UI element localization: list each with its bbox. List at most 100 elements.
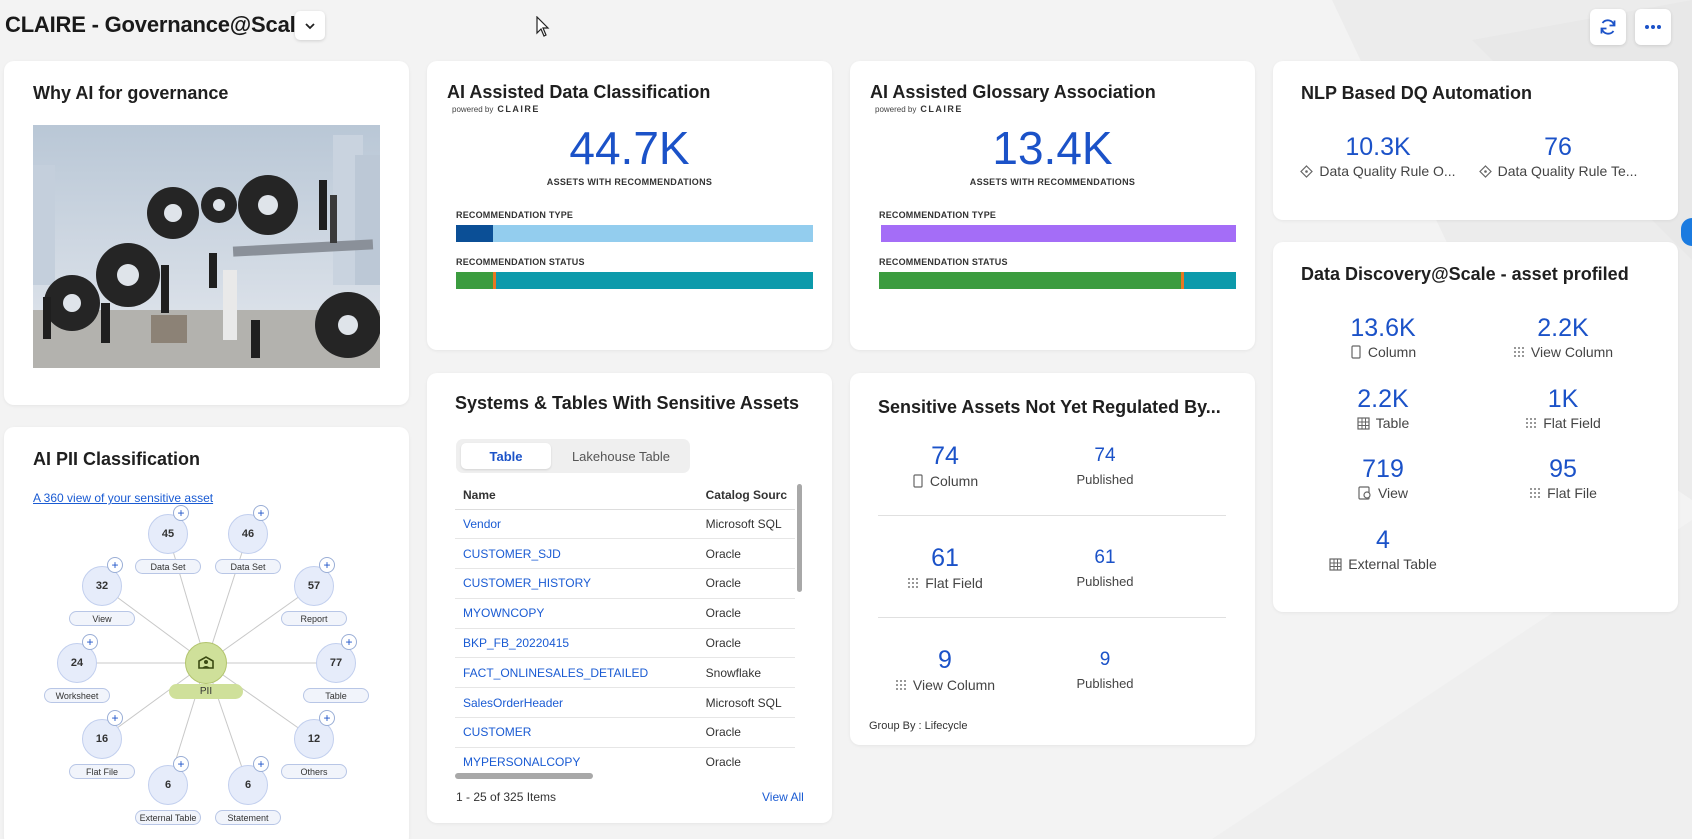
- title-dropdown-button[interactable]: [295, 11, 325, 40]
- table-row[interactable]: CUSTOMER_SJD Oracle: [455, 538, 795, 570]
- table-vertical-scrollbar[interactable]: [797, 484, 802, 592]
- discovery-stat-column[interactable]: 13.6K Column: [1298, 314, 1468, 360]
- pii-node-label: Statement: [215, 810, 281, 825]
- refresh-button[interactable]: [1590, 9, 1626, 45]
- expand-node-button[interactable]: +: [253, 505, 269, 521]
- recommendation-status-bar[interactable]: [879, 272, 1236, 289]
- ellipsis-icon: [1645, 25, 1661, 29]
- catalog-source-cell: Microsoft SQL: [697, 687, 795, 719]
- unregulated-view-column-count[interactable]: 9: [900, 646, 990, 675]
- assets-count: 13.4K: [992, 122, 1113, 174]
- table-row[interactable]: Vendor Microsoft SQL: [455, 509, 795, 540]
- shield-person-icon: [198, 656, 214, 669]
- stat-value: 1K: [1547, 385, 1579, 413]
- bar-segment[interactable]: [496, 272, 813, 289]
- table-row[interactable]: MYPERSONALCOPY Oracle: [455, 747, 795, 775]
- expand-node-button[interactable]: +: [173, 505, 189, 521]
- pii-classification-card: AI PII Classification A 360 view of your…: [4, 427, 409, 839]
- asset-name-link[interactable]: CUSTOMER_HISTORY: [455, 568, 698, 599]
- powered-by-claire: powered by CLAIRE: [875, 104, 963, 114]
- discovery-stat-table[interactable]: 2.2K Table: [1298, 385, 1468, 431]
- stat-label: Data Quality Rule Te...: [1497, 163, 1638, 179]
- bar-segment[interactable]: [879, 272, 1181, 289]
- table-horizontal-scrollbar[interactable]: [455, 773, 593, 779]
- table-row[interactable]: SalesOrderHeader Microsoft SQL: [455, 687, 795, 719]
- column-header-name[interactable]: Name: [455, 481, 698, 510]
- expand-node-button[interactable]: +: [253, 756, 269, 772]
- card-title: AI Assisted Glossary Association: [870, 82, 1156, 102]
- asset-name-link[interactable]: CUSTOMER: [455, 717, 698, 748]
- sensitive-assets-table-container: Name Catalog Sourc Vendor Microsoft SQL CU…: [455, 481, 801, 775]
- asset-name-link[interactable]: CUSTOMER_SJD: [455, 538, 698, 570]
- recommendation-status-bar[interactable]: [456, 272, 813, 289]
- stat-label-row: Data Quality Rule O...: [1288, 163, 1468, 179]
- pii-center-label: PII: [169, 684, 243, 699]
- dq-rule-occurrence-stat[interactable]: 10.3K Data Quality Rule O...: [1288, 133, 1468, 179]
- pii-center-node[interactable]: [185, 642, 227, 684]
- asset-name-link[interactable]: MYOWNCOPY: [455, 598, 698, 629]
- discovery-stat-flat-file[interactable]: 95 Flat File: [1478, 455, 1648, 501]
- recommendation-type-bar[interactable]: [456, 225, 813, 242]
- table-icon: [1357, 416, 1370, 430]
- dq-rule-template-stat[interactable]: 76 Data Quality Rule Te...: [1468, 133, 1648, 179]
- discovery-stat-view-column[interactable]: 2.2K View Column: [1478, 314, 1648, 360]
- data-discovery-card: Data Discovery@Scale - asset profiled 13…: [1273, 242, 1678, 612]
- published-label: Published: [1076, 676, 1134, 691]
- table-row[interactable]: BKP_FB_20220415 Oracle: [455, 628, 795, 659]
- bar-segment[interactable]: [1183, 272, 1236, 289]
- stat-label-row: External Table: [1298, 556, 1468, 572]
- chevron-down-icon: [305, 22, 315, 29]
- stat-label: Column: [929, 473, 979, 489]
- published-view-column-count[interactable]: 9: [1060, 649, 1150, 671]
- data-classification-card[interactable]: AI Assisted Data Classification powered …: [427, 61, 832, 350]
- table-row[interactable]: FACT_ONLINESALES_DETAILED Snowflake: [455, 657, 795, 689]
- tab-table[interactable]: Table: [461, 443, 551, 469]
- discovery-stat-external-table[interactable]: 4 External Table: [1298, 526, 1468, 572]
- table-row[interactable]: CUSTOMER_HISTORY Oracle: [455, 568, 795, 599]
- published-column-count[interactable]: 74: [1060, 445, 1150, 467]
- expand-node-button[interactable]: +: [107, 557, 123, 573]
- side-badge[interactable]: [1681, 218, 1692, 246]
- unregulated-column-count[interactable]: 74: [900, 442, 990, 471]
- asset-name-link[interactable]: Vendor: [455, 509, 698, 540]
- expand-node-button[interactable]: +: [319, 557, 335, 573]
- stat-label: View Column: [1530, 344, 1614, 360]
- asset-name-link[interactable]: FACT_ONLINESALES_DETAILED: [455, 657, 698, 689]
- bar-segment[interactable]: [456, 272, 494, 289]
- column-header-catalog-source[interactable]: Catalog Sourc: [697, 481, 795, 510]
- stat-label-row: Table: [1298, 415, 1468, 431]
- more-options-button[interactable]: [1635, 9, 1671, 45]
- view-icon: [1358, 486, 1371, 500]
- expand-node-button[interactable]: +: [341, 634, 357, 650]
- view-all-link[interactable]: View All: [762, 790, 804, 804]
- expand-node-button[interactable]: +: [173, 756, 189, 772]
- published-flat-field-count[interactable]: 61: [1060, 547, 1150, 569]
- expand-node-button[interactable]: +: [107, 710, 123, 726]
- discovery-stat-flat-field[interactable]: 1K Flat Field: [1478, 385, 1648, 431]
- unregulated-flat-field-count[interactable]: 61: [900, 544, 990, 573]
- asset-name-link[interactable]: SalesOrderHeader: [455, 687, 698, 719]
- table-row[interactable]: CUSTOMER Oracle: [455, 717, 795, 748]
- table-row[interactable]: MYOWNCOPY Oracle: [455, 598, 795, 629]
- group-by-label[interactable]: Group By : Lifecycle: [869, 720, 967, 732]
- asset-name-link[interactable]: BKP_FB_20220415: [455, 628, 698, 659]
- recommendation-status-label: RECOMMENDATION STATUS: [456, 257, 585, 267]
- expand-node-button[interactable]: +: [319, 710, 335, 726]
- pii-node-label: Table: [303, 688, 369, 703]
- asset-name-link[interactable]: MYPERSONALCOPY: [455, 747, 698, 775]
- refresh-icon: [1600, 19, 1616, 35]
- stat-label-row: View Column: [1478, 344, 1648, 360]
- catalog-source-cell: Oracle: [697, 717, 795, 748]
- tab-lakehouse-table[interactable]: Lakehouse Table: [556, 443, 686, 469]
- bar-segment[interactable]: [881, 225, 1236, 242]
- expand-node-button[interactable]: +: [82, 634, 98, 650]
- dots-grid-icon: [1526, 418, 1537, 428]
- discovery-stat-view[interactable]: 719 View: [1298, 455, 1468, 501]
- recommendation-type-bar[interactable]: [881, 225, 1236, 242]
- card-title: AI Assisted Data Classification: [447, 82, 711, 102]
- diamond-icon: [1300, 164, 1314, 178]
- stat-value: 95: [1549, 455, 1577, 483]
- bar-segment[interactable]: [493, 225, 813, 242]
- glossary-association-card[interactable]: AI Assisted Glossary Association powered…: [850, 61, 1255, 350]
- bar-segment[interactable]: [456, 225, 494, 242]
